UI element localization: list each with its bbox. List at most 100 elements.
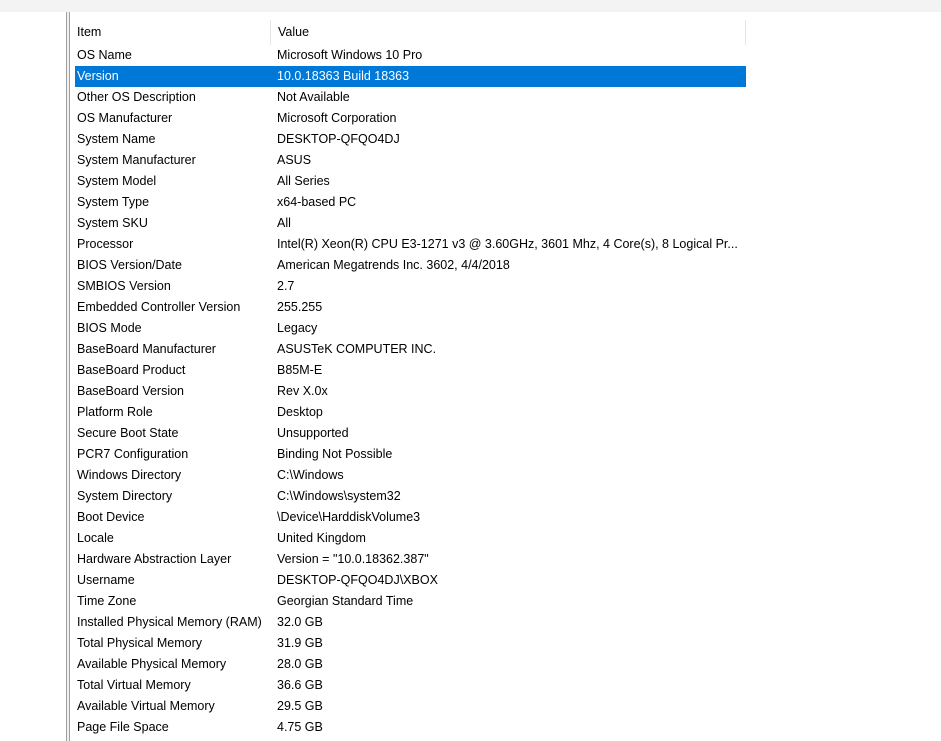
row-value-cell: American Megatrends Inc. 3602, 4/4/2018 — [277, 258, 510, 272]
table-row[interactable]: BaseBoard Product B85M-E — [75, 360, 746, 381]
table-row[interactable]: Boot Device \Device\HarddiskVolume3 — [75, 507, 746, 528]
row-item-cell: Page File Space — [77, 720, 169, 734]
table-row[interactable]: Locale United Kingdom — [75, 528, 746, 549]
row-value-cell: 4.75 GB — [277, 720, 323, 734]
row-value-cell: Version = "10.0.18362.387" — [277, 552, 429, 566]
row-value-cell: C:\Windows\system32 — [277, 489, 401, 503]
row-value-cell: Desktop — [277, 405, 323, 419]
row-item-cell: System Directory — [77, 489, 173, 503]
system-summary-list[interactable]: Item Value OS Name Microsoft Windows 10 P… — [70, 12, 941, 741]
row-item-cell: OS Manufacturer — [77, 111, 173, 125]
table-row[interactable]: Total Virtual Memory 36.6 GB — [75, 675, 746, 696]
table-row[interactable]: BIOS Version/Date American Megatrends Inc… — [75, 255, 746, 276]
table-row[interactable]: Total Physical Memory 31.9 GB — [75, 633, 746, 654]
row-value-cell: Unsupported — [277, 426, 349, 440]
table-row[interactable]: Installed Physical Memory (RAM) 32.0 GB — [75, 612, 746, 633]
row-value-cell: ASUSTeK COMPUTER INC. — [277, 342, 437, 356]
table-row[interactable]: Username DESKTOP-QFQO4DJ\XBOX — [75, 570, 746, 591]
table-row[interactable]: System Model All Series — [75, 171, 746, 192]
column-header-item[interactable]: Item — [70, 20, 270, 45]
row-item-cell: Hardware Abstraction Layer — [77, 552, 232, 566]
row-value-cell: C:\Windows — [277, 468, 344, 482]
row-value-cell: Microsoft Windows 10 Pro — [277, 48, 423, 62]
row-item-cell: Installed Physical Memory (RAM) — [77, 615, 262, 629]
row-value-cell: \Device\HarddiskVolume3 — [277, 510, 421, 524]
table-row[interactable]: OS Manufacturer Microsoft Corporation — [75, 108, 746, 129]
row-item-cell: Version — [77, 69, 119, 83]
table-row[interactable]: Windows Directory C:\Windows — [75, 465, 746, 486]
row-value-cell: x64-based PC — [277, 195, 357, 209]
row-value-cell: Legacy — [277, 321, 318, 335]
row-value-cell: 255.255 — [277, 300, 323, 314]
column-header-value[interactable]: Value — [270, 20, 746, 45]
column-header-divider[interactable] — [745, 20, 746, 45]
row-item-cell: BaseBoard Product — [77, 363, 186, 377]
row-item-cell: Platform Role — [77, 405, 153, 419]
row-value-cell: 31.9 GB — [277, 636, 323, 650]
row-item-cell: BaseBoard Manufacturer — [77, 342, 216, 356]
row-value-cell: 32.0 GB — [277, 615, 323, 629]
row-item-cell: System Name — [77, 132, 156, 146]
row-value-cell: Microsoft Corporation — [277, 111, 397, 125]
row-item-cell: Processor — [77, 237, 134, 251]
row-value-cell: DESKTOP-QFQO4DJ — [277, 132, 400, 146]
row-value-cell: Not Available — [277, 90, 350, 104]
row-item-cell: Other OS Description — [77, 90, 196, 104]
row-value-cell: ASUS — [277, 153, 312, 167]
row-item-cell: BaseBoard Version — [77, 384, 185, 398]
row-item-cell: Total Virtual Memory — [77, 678, 191, 692]
row-value-cell: DESKTOP-QFQO4DJ\XBOX — [277, 573, 438, 587]
row-value-cell: 36.6 GB — [277, 678, 323, 692]
table-row[interactable]: Other OS Description Not Available — [75, 87, 746, 108]
table-row[interactable]: Hardware Abstraction Layer Version = "10.… — [75, 549, 746, 570]
row-value-cell: 29.5 GB — [277, 699, 323, 713]
table-row[interactable]: PCR7 Configuration Binding Not Possible — [75, 444, 746, 465]
row-value-cell: United Kingdom — [277, 531, 366, 545]
row-item-cell: System Type — [77, 195, 150, 209]
row-value-cell: All — [277, 216, 291, 230]
list-rows: OS Name Microsoft Windows 10 Pro Version 10… — [75, 45, 746, 738]
row-item-cell: Boot Device — [77, 510, 145, 524]
row-item-cell: System SKU — [77, 216, 148, 230]
row-item-cell: Embedded Controller Version — [77, 300, 241, 314]
table-row[interactable]: BIOS Mode Legacy — [75, 318, 746, 339]
table-row[interactable]: System Name DESKTOP-QFQO4DJ — [75, 129, 746, 150]
table-row[interactable]: SMBIOS Version 2.7 — [75, 276, 746, 297]
list-header: Item Value — [70, 20, 746, 45]
row-item-cell: System Model — [77, 174, 157, 188]
table-row[interactable]: System Directory C:\Windows\system32 — [75, 486, 746, 507]
table-row[interactable]: Available Physical Memory 28.0 GB — [75, 654, 746, 675]
table-row[interactable]: BaseBoard Version Rev X.0x — [75, 381, 746, 402]
table-row[interactable]: Version 10.0.18363 Build 18363 — [75, 66, 746, 87]
row-value-cell: Rev X.0x — [277, 384, 328, 398]
row-item-cell: BIOS Version/Date — [77, 258, 182, 272]
row-item-cell: SMBIOS Version — [77, 279, 171, 293]
row-item-cell: Locale — [77, 531, 114, 545]
row-item-cell: Username — [77, 573, 135, 587]
row-item-cell: OS Name — [77, 48, 132, 62]
row-item-cell: Total Physical Memory — [77, 636, 203, 650]
row-value-cell: 2.7 — [277, 279, 295, 293]
row-item-cell: Available Physical Memory — [77, 657, 227, 671]
top-toolbar-strip — [0, 0, 941, 12]
table-row[interactable]: Secure Boot State Unsupported — [75, 423, 746, 444]
row-item-cell: PCR7 Configuration — [77, 447, 189, 461]
row-item-cell: Secure Boot State — [77, 426, 179, 440]
category-tree-pane[interactable] — [0, 12, 66, 741]
row-item-cell: Time Zone — [77, 594, 137, 608]
table-row[interactable]: BaseBoard Manufacturer ASUSTeK COMPUTER I… — [75, 339, 746, 360]
table-row[interactable]: Available Virtual Memory 29.5 GB — [75, 696, 746, 717]
table-row[interactable]: Embedded Controller Version 255.255 — [75, 297, 746, 318]
row-value-cell: 28.0 GB — [277, 657, 323, 671]
table-row[interactable]: Platform Role Desktop — [75, 402, 746, 423]
row-value-cell: Intel(R) Xeon(R) CPU E3-1271 v3 @ 3.60GH… — [277, 237, 738, 251]
table-row[interactable]: System Type x64-based PC — [75, 192, 746, 213]
table-row[interactable]: Processor Intel(R) Xeon(R) CPU E3-1271 v3… — [75, 234, 746, 255]
table-row[interactable]: System SKU All — [75, 213, 746, 234]
table-row[interactable]: Time Zone Georgian Standard Time — [75, 591, 746, 612]
table-row[interactable]: OS Name Microsoft Windows 10 Pro — [75, 45, 746, 66]
table-row[interactable]: Page File Space 4.75 GB — [75, 717, 746, 738]
row-value-cell: B85M-E — [277, 363, 323, 377]
row-value-cell: Binding Not Possible — [277, 447, 393, 461]
table-row[interactable]: System Manufacturer ASUS — [75, 150, 746, 171]
